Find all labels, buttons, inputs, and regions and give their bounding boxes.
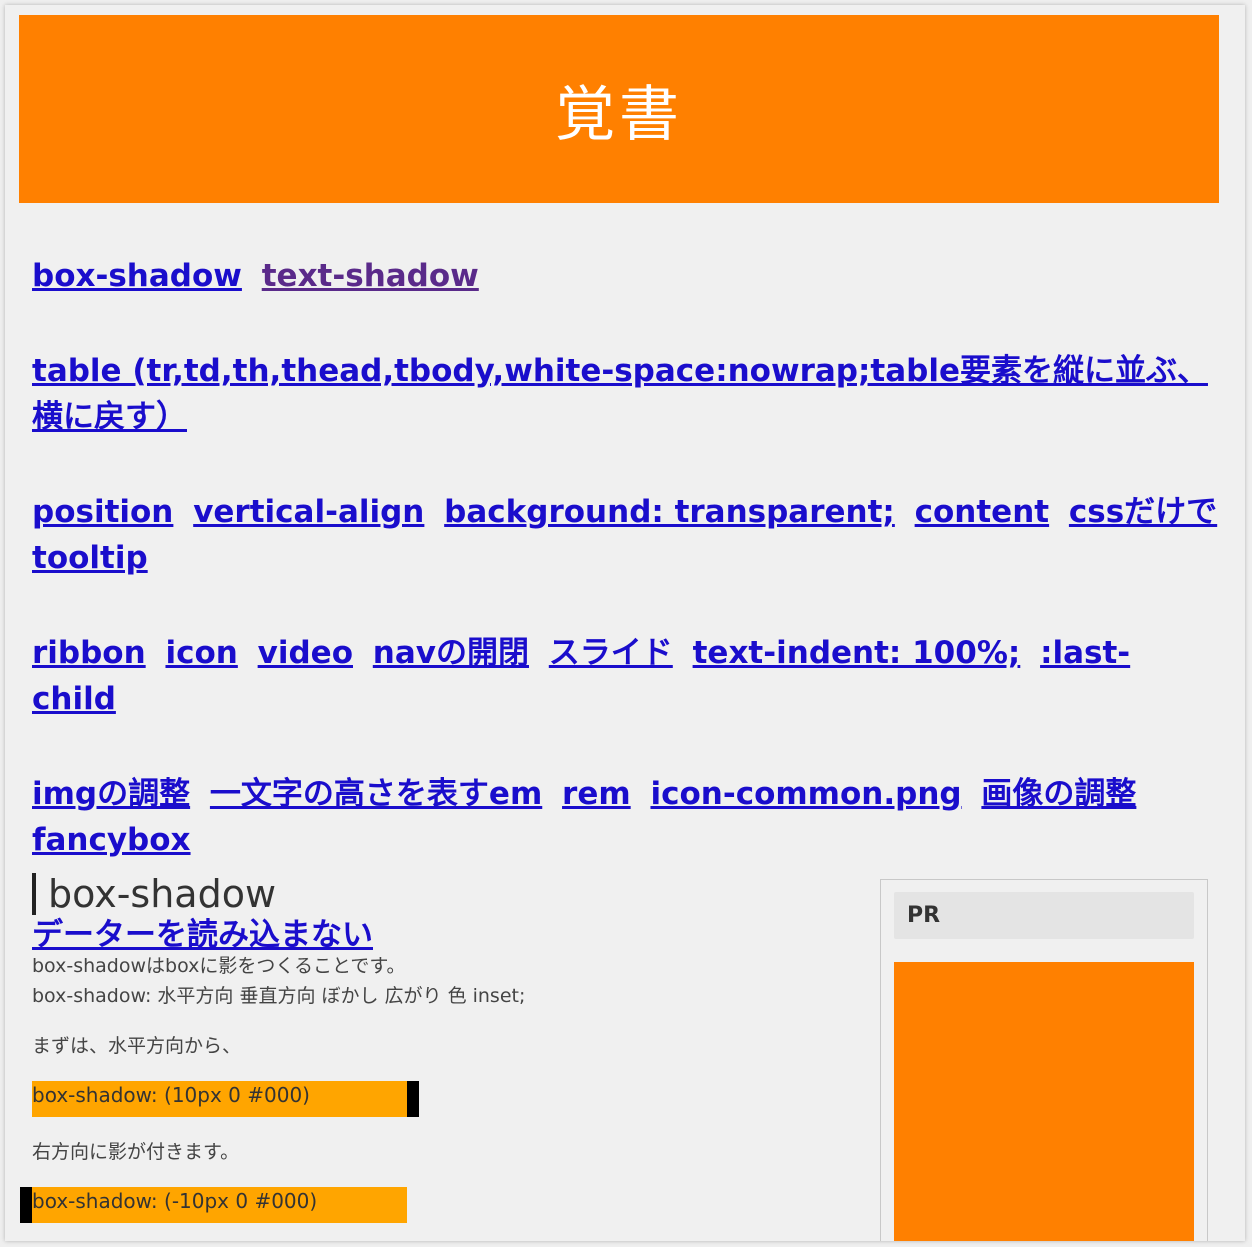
pr-label: PR bbox=[894, 892, 1194, 939]
topic-link[interactable]: content bbox=[915, 494, 1049, 530]
topic-link[interactable]: スライド bbox=[549, 635, 673, 671]
intro-line-2: box-shadow: 水平方向 垂直方向 ぼかし 広がり 色 inset; bbox=[32, 985, 526, 1007]
topic-link[interactable]: box-shadow bbox=[32, 258, 242, 294]
topic-link[interactable]: icon bbox=[165, 635, 237, 671]
site-header: 覚書 bbox=[19, 15, 1219, 203]
link-row: table (tr,td,th,thead,tbody,white-space:… bbox=[32, 348, 1222, 440]
ad-banner[interactable] bbox=[894, 962, 1194, 1241]
article: box-shadow box-shadowはboxに影をつくることです。 box… bbox=[32, 873, 812, 1223]
intro-line-1: box-shadowはboxに影をつくることです。 bbox=[32, 955, 406, 977]
link-row: box-shadow text-shadow bbox=[32, 253, 1222, 299]
section-heading: box-shadow bbox=[32, 873, 812, 915]
topic-link[interactable]: text-shadow bbox=[262, 258, 479, 294]
topic-link[interactable]: navの開閉 bbox=[373, 635, 529, 671]
topic-link[interactable]: video bbox=[258, 635, 353, 671]
link-row: imgの調整 一文字の高さを表すem rem icon-common.png 画… bbox=[32, 771, 1222, 863]
sidebar-pr: PR bbox=[880, 879, 1208, 1241]
demo-box-right-shadow: box-shadow: (10px 0 #000) bbox=[32, 1081, 407, 1117]
demo-box-left-shadow: box-shadow: (-10px 0 #000) bbox=[32, 1187, 407, 1223]
link-row: position vertical-align background: tran… bbox=[32, 489, 1222, 581]
step-text-2: 右方向に影が付きます。 bbox=[32, 1141, 240, 1163]
topic-link[interactable]: 画像の調整 bbox=[981, 776, 1136, 812]
topic-link[interactable]: position bbox=[32, 494, 173, 530]
topic-link[interactable]: table (tr,td,th,thead,tbody,white-space:… bbox=[32, 353, 1208, 435]
page-frame: 覚書 box-shadow text-shadow table (tr,td,th… bbox=[5, 5, 1245, 1241]
topic-link[interactable]: text-indent: 100%; bbox=[693, 635, 1021, 671]
step-text-1: まずは、水平方向から、 bbox=[32, 1035, 242, 1057]
topic-link[interactable]: rem bbox=[562, 776, 631, 812]
topic-link[interactable]: vertical-align bbox=[193, 494, 424, 530]
intro-paragraph: box-shadowはboxに影をつくることです。 box-shadow: 水平… bbox=[32, 951, 812, 1011]
topic-link[interactable]: imgの調整 bbox=[32, 776, 190, 812]
site-title[interactable]: 覚書 bbox=[555, 66, 683, 153]
topic-link[interactable]: ribbon bbox=[32, 635, 146, 671]
topic-link[interactable]: background: transparent; bbox=[444, 494, 895, 530]
topic-link[interactable]: 一文字の高さを表すem bbox=[210, 776, 542, 812]
topic-link[interactable]: fancybox bbox=[32, 822, 191, 858]
link-row: ribbon icon video navの開閉 スライド text-inden… bbox=[32, 630, 1222, 722]
topic-link[interactable]: icon-common.png bbox=[650, 776, 961, 812]
